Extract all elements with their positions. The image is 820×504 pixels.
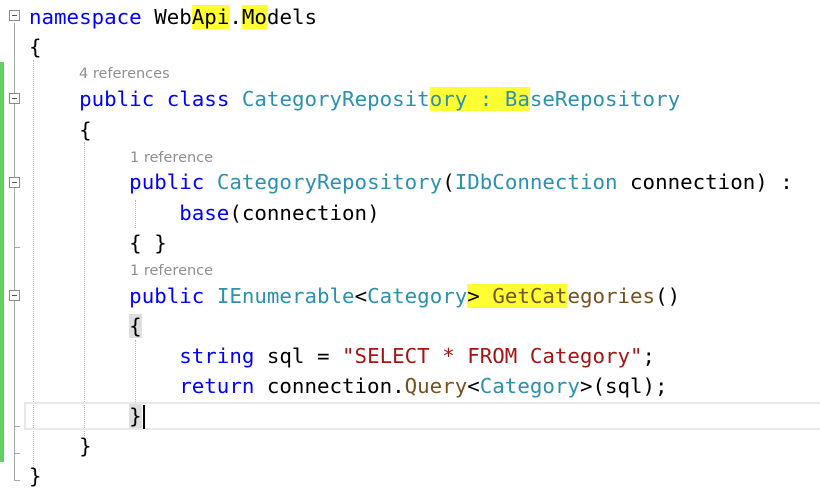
brace: }: [79, 434, 92, 458]
punctuation: (): [655, 284, 681, 308]
code-line[interactable]: {: [29, 116, 92, 144]
punctuation: <: [467, 374, 480, 398]
keyword: base: [179, 201, 230, 225]
identifier: Web: [154, 5, 192, 29]
keyword: class: [166, 87, 230, 111]
identifier: connection.: [254, 374, 405, 398]
keyword: public: [79, 87, 155, 111]
method-name: Query: [404, 374, 468, 398]
punctuation: (: [442, 170, 455, 194]
identifier: Mo: [241, 5, 267, 29]
identifier: connection) :: [617, 170, 793, 194]
punctuation: >: [467, 284, 493, 308]
collapse-minus-icon[interactable]: [9, 290, 20, 301]
code-line[interactable]: public IEnumerable<Category> GetCategori…: [29, 282, 680, 310]
codelens-references[interactable]: 1 reference: [130, 149, 213, 167]
code-line[interactable]: {: [29, 33, 42, 61]
punctuation: <: [354, 284, 368, 308]
outline-end: [14, 426, 20, 427]
brace: {: [29, 35, 42, 59]
keyword: namespace: [29, 5, 142, 29]
brace-match: {: [129, 314, 142, 338]
code-line[interactable]: {: [29, 312, 142, 340]
collapse-minus-icon[interactable]: [9, 177, 20, 188]
codelens-references[interactable]: 1 reference: [130, 262, 213, 280]
code-line[interactable]: { }: [29, 229, 167, 257]
brace-match: }: [129, 404, 142, 428]
code-line[interactable]: public CategoryRepository(IDbConnection …: [29, 168, 793, 196]
code-line[interactable]: public class CategoryRepository : BaseRe…: [29, 85, 680, 113]
type-name: IEnumerable: [216, 284, 355, 308]
code-line[interactable]: }: [29, 402, 145, 430]
outline-end: [14, 480, 20, 481]
identifier: dels: [266, 5, 318, 29]
keyword: public: [129, 170, 205, 194]
collapse-minus-icon[interactable]: [9, 10, 20, 21]
change-indicator-bar: [0, 62, 4, 462]
text-caret: [142, 405, 145, 429]
type-name: ory :: [429, 87, 505, 111]
identifier: (connection): [229, 201, 380, 225]
type-name: IDbConnection: [454, 170, 618, 194]
outline-end: [14, 453, 20, 454]
code-line[interactable]: }: [29, 462, 42, 490]
identifier: sql =: [254, 344, 343, 368]
string-literal: "SELECT * FROM Category": [342, 344, 643, 368]
keyword: public: [129, 284, 205, 308]
keyword: return: [179, 374, 255, 398]
brace: {: [79, 118, 92, 142]
brace: }: [29, 464, 42, 488]
punctuation: .: [229, 5, 242, 29]
type-name: Category: [479, 374, 580, 398]
brace: { }: [129, 231, 167, 255]
code-line[interactable]: base(connection): [29, 199, 380, 227]
codelens-references[interactable]: 4 references: [79, 65, 170, 83]
code-line[interactable]: return connection.Query<Category>(sql);: [29, 372, 668, 400]
method-name: egories: [567, 284, 656, 308]
type-name: seRepository: [529, 87, 681, 111]
outline-end: [14, 247, 20, 248]
punctuation: >(sql);: [579, 374, 668, 398]
type-name: Category: [367, 284, 468, 308]
collapse-minus-icon[interactable]: [9, 93, 20, 104]
type-name: CategoryReposit: [241, 87, 430, 111]
code-line[interactable]: string sql = "SELECT * FROM Category";: [29, 342, 655, 370]
keyword: string: [179, 344, 255, 368]
method-name: GetCat: [492, 284, 568, 308]
code-line[interactable]: }: [29, 432, 92, 460]
type-name: CategoryRepository: [216, 170, 443, 194]
outline-line: [14, 23, 15, 480]
punctuation: ;: [642, 344, 656, 368]
type-name: Ba: [504, 87, 530, 111]
identifier: Api: [191, 5, 230, 29]
code-line[interactable]: namespace WebApi.Models: [29, 3, 317, 31]
